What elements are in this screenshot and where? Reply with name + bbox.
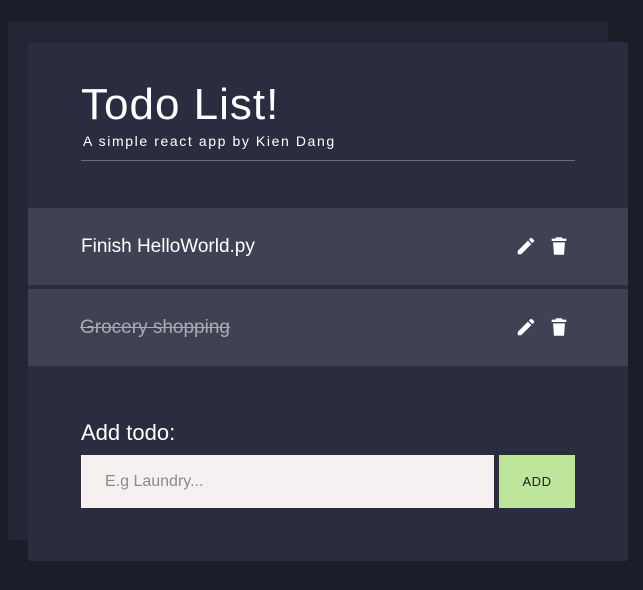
add-todo-label: Add todo:	[81, 420, 176, 445]
todo-item[interactable]: Grocery shopping	[28, 289, 628, 366]
todo-item[interactable]: Finish HelloWorld.py	[28, 208, 628, 285]
trash-icon[interactable]	[548, 235, 570, 257]
header-divider	[81, 160, 575, 161]
add-todo-input[interactable]	[81, 455, 494, 508]
todo-text-completed[interactable]: Grocery shopping	[72, 317, 238, 339]
add-button[interactable]: ADD	[499, 455, 575, 508]
todo-text[interactable]: Finish HelloWorld.py	[81, 236, 255, 258]
todo-card: Todo List! A simple react app by Kien Da…	[28, 42, 628, 561]
pencil-icon[interactable]	[515, 235, 537, 257]
trash-icon[interactable]	[548, 316, 570, 338]
page-title: Todo List!	[81, 80, 280, 129]
page-subtitle: A simple react app by Kien Dang	[83, 133, 336, 149]
pencil-icon[interactable]	[515, 316, 537, 338]
